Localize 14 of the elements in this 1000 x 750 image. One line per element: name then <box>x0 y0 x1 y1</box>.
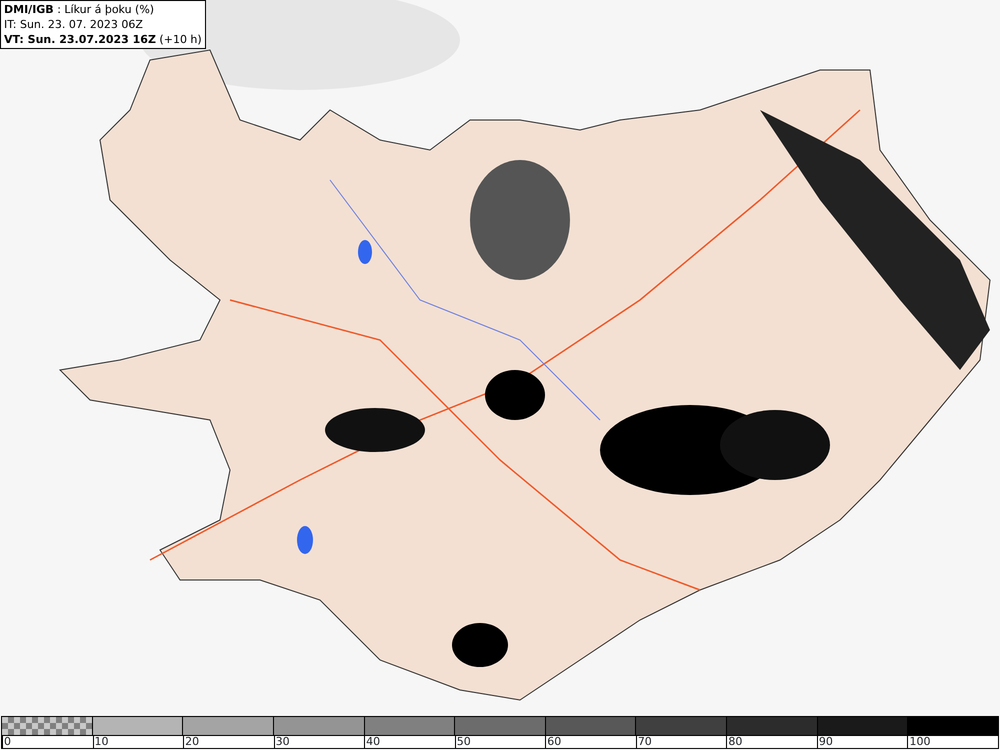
model-title: DMI/IGB : Líkur á þoku (%) <box>4 2 156 17</box>
valid-time: VT: Sun. 23.07.2023 16Z (+10 h) <box>4 32 202 47</box>
tick-label: 70 <box>636 736 652 748</box>
tick-label: 80 <box>726 736 742 748</box>
tick-label: 40 <box>364 736 380 748</box>
issue-time: IT: Sun. 23. 07. 2023 06Z <box>4 17 144 32</box>
tick-label: 20 <box>183 736 200 748</box>
tick-label: 50 <box>454 736 471 748</box>
tick-label: 0 <box>2 736 11 748</box>
tick-label: 60 <box>545 736 562 748</box>
tick-label: 100 <box>907 736 930 748</box>
tick-label: 30 <box>274 736 290 748</box>
tick-label: 10 <box>92 736 109 748</box>
tick-label: 90 <box>816 736 833 748</box>
